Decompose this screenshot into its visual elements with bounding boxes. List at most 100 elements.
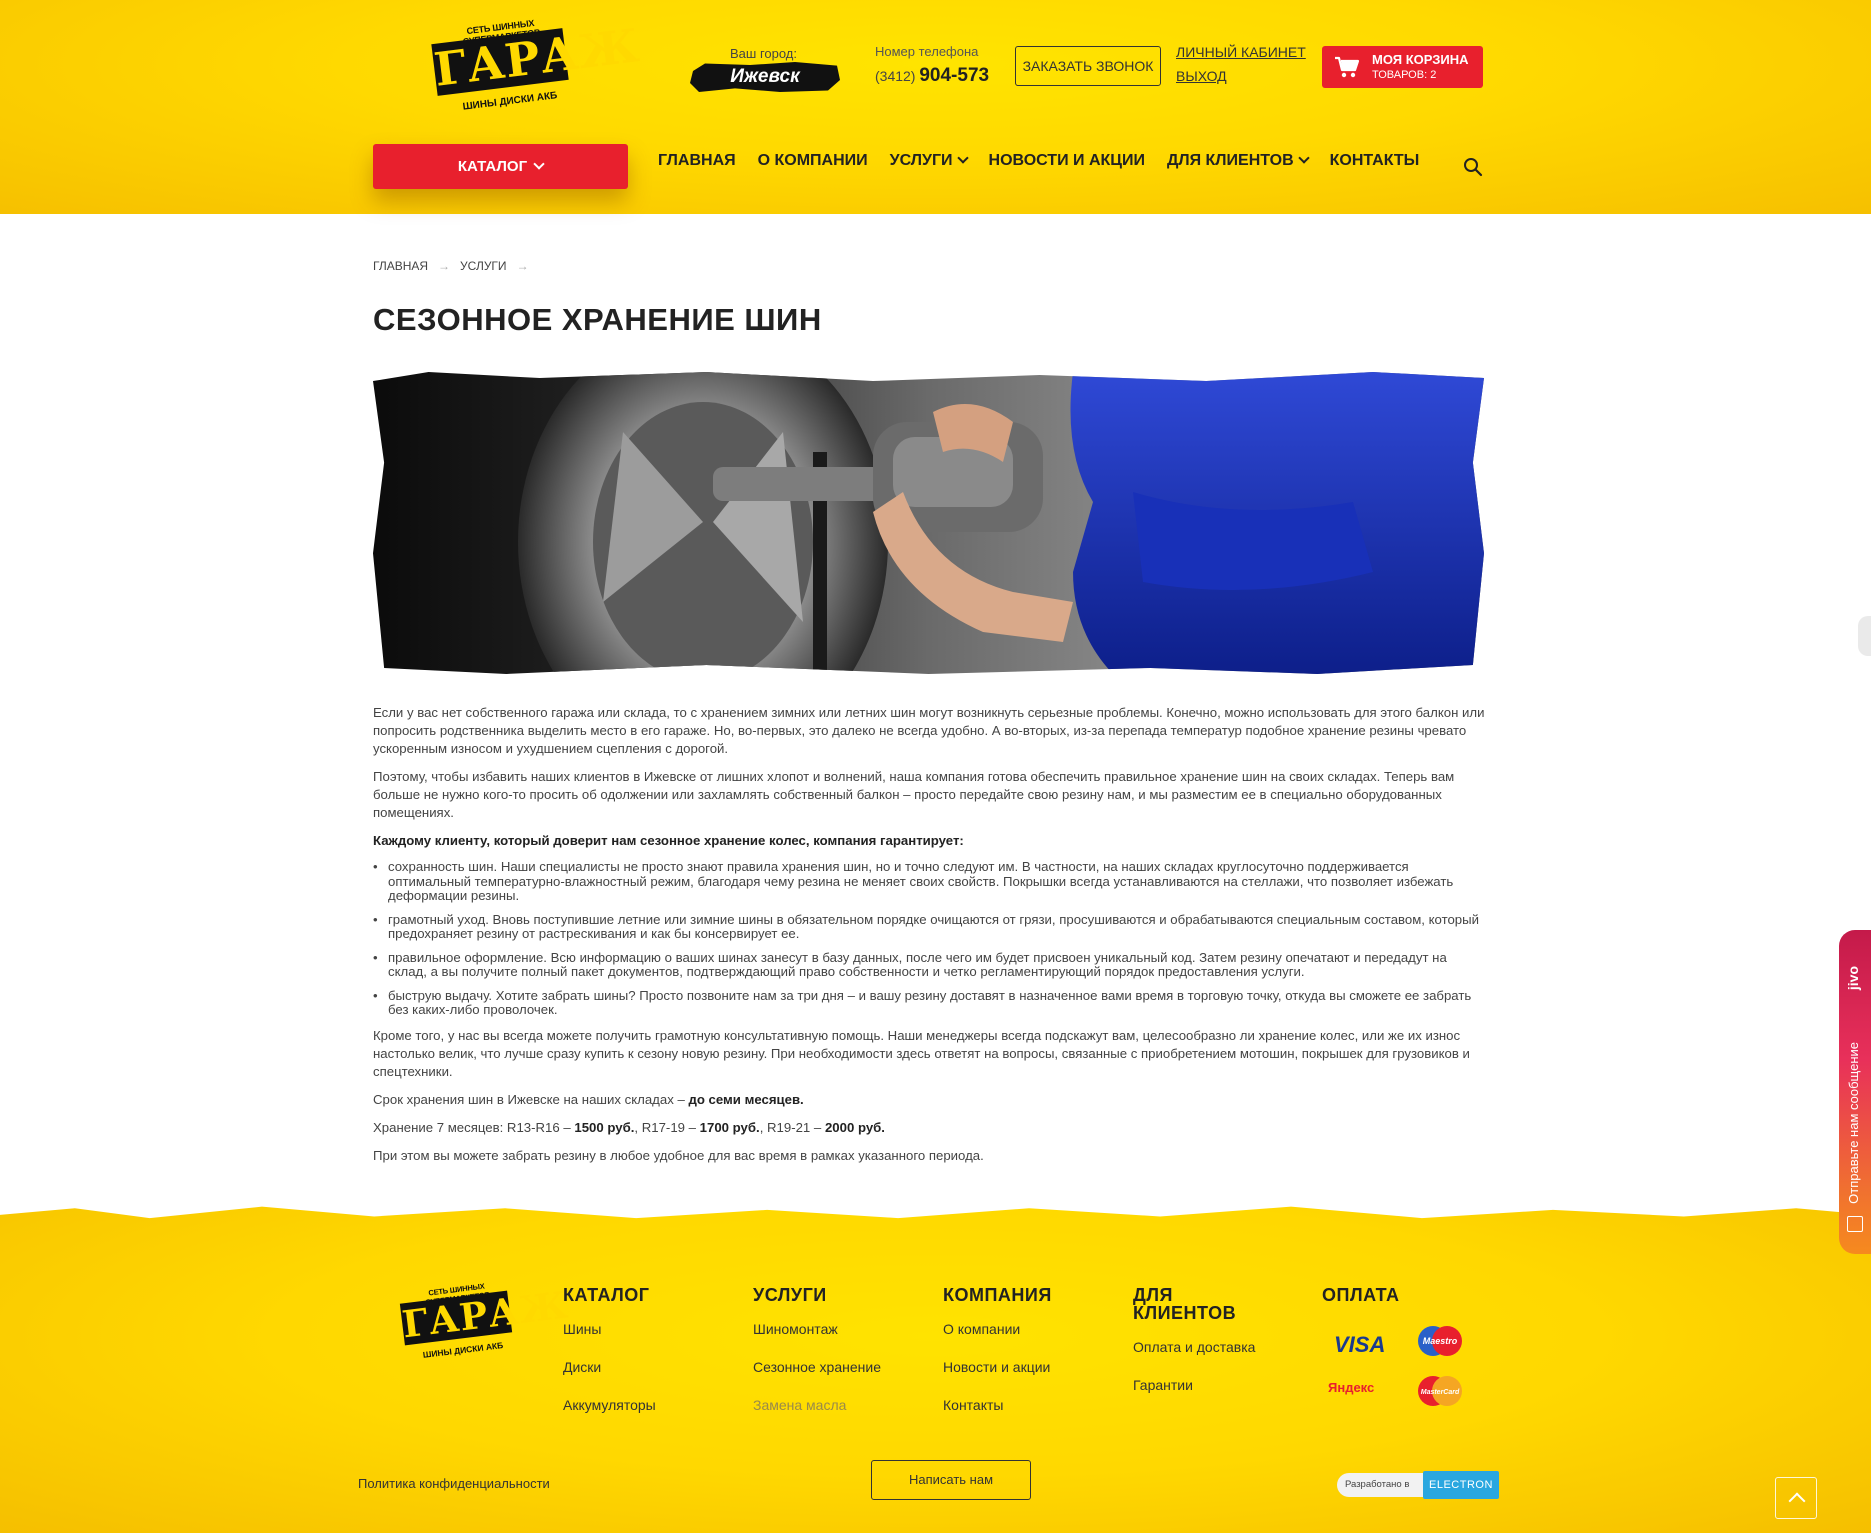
nav-item-services[interactable]: УСЛУГИ xyxy=(889,152,969,170)
breadcrumb-home[interactable]: ГЛАВНАЯ xyxy=(373,259,428,273)
footer-link-tires[interactable]: Шины xyxy=(563,1320,656,1338)
footer-heading: КОМПАНИЯ xyxy=(943,1285,1052,1305)
footer-link-batteries[interactable]: Аккумуляторы xyxy=(563,1396,656,1414)
footer-heading: ОПЛАТА xyxy=(1322,1285,1400,1305)
side-tab-handle[interactable] xyxy=(1858,616,1871,656)
nav-item-contacts[interactable]: КОНТАКТЫ xyxy=(1330,152,1420,170)
guarantee-list: сохранность шин. Наши специалисты не про… xyxy=(373,859,1485,1018)
paragraph: Если у вас нет собственного гаража или с… xyxy=(373,705,1485,756)
hero-illustration xyxy=(373,372,1484,674)
article-body: Если у вас нет собственного гаража или с… xyxy=(373,704,1485,1175)
paragraph: Поэтому, чтобы избавить наших клиентов в… xyxy=(373,769,1455,820)
catalog-label: КАТАЛОГ xyxy=(457,158,528,175)
logout-link[interactable]: ВЫХОД xyxy=(1176,68,1306,84)
footer-col-services: УСЛУГИ Шиномонтаж Сезонное хранение Заме… xyxy=(753,1286,881,1434)
site-logo[interactable]: СЕТЬ ШИННЫХ СУПЕРМАРКЕТОВ ГАРАЖ ШИНЫ ДИС… xyxy=(428,18,643,118)
footer-link-news[interactable]: Новости и акции xyxy=(943,1358,1052,1376)
write-us-button[interactable]: Написать нам xyxy=(871,1460,1031,1500)
footer-heading: УСЛУГИ xyxy=(753,1285,827,1305)
chevron-down-icon xyxy=(1297,152,1310,164)
personal-cabinet-link[interactable]: ЛИЧНЫЙ КАБИНЕТ xyxy=(1176,44,1306,60)
guarantee-heading: Каждому клиенту, который доверит нам сез… xyxy=(373,832,1485,850)
search-icon[interactable] xyxy=(1463,157,1483,177)
payment-methods: ОПЛАТА VISA Maestro Яндекс MasterCard xyxy=(1322,1285,1462,1406)
footer-heading: КАТАЛОГ xyxy=(563,1285,650,1305)
city-selector[interactable]: Ваш город: Ижевск xyxy=(690,44,840,94)
footer-link-payment-delivery[interactable]: Оплата и доставка xyxy=(1133,1338,1255,1356)
nav-label: ГЛАВНАЯ xyxy=(658,152,736,169)
chat-icon xyxy=(1847,1216,1863,1232)
footer-heading: ДЛЯ КЛИЕНТОВ xyxy=(1133,1286,1255,1322)
list-item: правильное оформление. Всю информацию о … xyxy=(373,950,1485,980)
breadcrumb: ГЛАВНАЯ → УСЛУГИ → xyxy=(373,259,539,273)
storage-term: Срок хранения шин в Ижевске на наших скл… xyxy=(373,1091,1485,1109)
footer-heading-line: ДЛЯ xyxy=(1133,1285,1173,1305)
phone-code: (3412) xyxy=(875,68,916,84)
footer-link-wheels[interactable]: Диски xyxy=(563,1358,656,1376)
maestro-logo: Maestro xyxy=(1418,1326,1462,1356)
footer-col-clients: ДЛЯ КЛИЕНТОВ Оплата и доставка Гарантии xyxy=(1133,1286,1255,1414)
jivo-chat-widget[interactable]: jivo Отправьте нам сообщение xyxy=(1839,930,1871,1254)
phone-main-number: 904-573 xyxy=(919,65,990,86)
nav-label: УСЛУГИ xyxy=(889,152,953,169)
cart-title: МОЯ КОРЗИНА xyxy=(1372,52,1469,67)
cart-count: ТОВАРОВ: 2 xyxy=(1372,69,1437,81)
nav-item-clients[interactable]: ДЛЯ КЛИЕНТОВ xyxy=(1167,152,1310,170)
yandex-text: Яндекс xyxy=(1328,1380,1375,1395)
list-item: быструю выдачу. Хотите забрать шины? Про… xyxy=(373,988,1485,1018)
paragraph: При этом вы можете забрать резину в любо… xyxy=(373,1147,984,1163)
site-header: СЕТЬ ШИННЫХ СУПЕРМАРКЕТОВ ГАРАЖ ШИНЫ ДИС… xyxy=(0,0,1871,214)
storage-prices: Хранение 7 месяцев: R13-R16 – 1500 руб.,… xyxy=(373,1119,1485,1137)
main-nav: ГЛАВНАЯ О КОМПАНИИ УСЛУГИ НОВОСТИ И АКЦИ… xyxy=(658,152,1441,170)
nav-item-about[interactable]: О КОМПАНИИ xyxy=(758,152,868,170)
footer-link-about[interactable]: О компании xyxy=(943,1320,1052,1338)
jivo-brand: jivo xyxy=(1845,966,1861,991)
mastercard-text: MasterCard xyxy=(1421,1389,1460,1396)
footer-link-warranty[interactable]: Гарантии xyxy=(1133,1376,1255,1394)
phone-label: Номер телефона xyxy=(875,44,979,59)
chevron-down-icon xyxy=(956,152,969,164)
payment-logos: VISA Maestro Яндекс MasterCard xyxy=(1328,1324,1478,1414)
footer-link-contacts[interactable]: Контакты xyxy=(943,1396,1052,1414)
breadcrumb-services[interactable]: УСЛУГИ xyxy=(460,259,507,273)
nav-label: КОНТАКТЫ xyxy=(1329,152,1420,169)
callback-button[interactable]: ЗАКАЗАТЬ ЗВОНОК xyxy=(1015,46,1161,86)
page-title: СЕЗОННОЕ ХРАНЕНИЕ ШИН xyxy=(373,302,822,337)
developer-badge[interactable]: Разработано в ELECTRON xyxy=(1337,1465,1499,1503)
term-bold: до семи месяцев. xyxy=(688,1091,804,1107)
visa-logo: VISA xyxy=(1334,1332,1386,1357)
catalog-button[interactable]: КАТАЛОГ xyxy=(373,144,628,189)
price-r19-21: 2000 руб. xyxy=(824,1119,885,1135)
city-name[interactable]: Ижевск xyxy=(690,62,840,92)
footer-link-seasonal-storage[interactable]: Сезонное хранение xyxy=(753,1358,881,1376)
breadcrumb-arrow-icon: → xyxy=(438,259,451,273)
phone-number[interactable]: (3412) 904-573 xyxy=(875,65,989,87)
maestro-text: Maestro xyxy=(1423,1336,1458,1346)
price-r13-r16: 1500 руб. xyxy=(574,1119,635,1135)
privacy-policy-link[interactable]: Политика конфиденциальности xyxy=(358,1476,550,1491)
list-item: грамотный уход. Вновь поступившие летние… xyxy=(373,912,1485,942)
list-item: сохранность шин. Наши специалисты не про… xyxy=(373,859,1485,904)
jivo-message-label: Отправьте нам сообщение xyxy=(1846,1042,1861,1204)
nav-item-news[interactable]: НОВОСТИ И АКЦИИ xyxy=(989,152,1145,170)
cart-icon xyxy=(1335,56,1360,78)
yandex-money-logo: Яндекс xyxy=(1328,1380,1374,1395)
site-footer: СЕТЬ ШИННЫХ СУПЕРМАРКЕТОВ ГАРАЖ ШИНЫ ДИС… xyxy=(0,1206,1871,1533)
account-links: ЛИЧНЫЙ КАБИНЕТ ВЫХОД xyxy=(1176,44,1306,92)
cart-button[interactable]: МОЯ КОРЗИНА ТОВАРОВ: 2 xyxy=(1322,46,1483,88)
hero-image xyxy=(373,372,1484,674)
footer-link-tire-fitting[interactable]: Шиномонтаж xyxy=(753,1320,881,1338)
footer-link-oil-change[interactable]: Замена масла xyxy=(753,1396,881,1414)
developer-text: Разработано в xyxy=(1337,1473,1429,1497)
footer-col-catalog: КАТАЛОГ Шины Диски Аккумуляторы xyxy=(563,1286,656,1434)
price-r17-19: 1700 руб. xyxy=(699,1119,760,1135)
developer-logo: ELECTRON xyxy=(1423,1471,1499,1499)
mastercard-logo: MasterCard xyxy=(1418,1376,1462,1406)
price-prefix: Хранение 7 месяцев: R13-R16 – xyxy=(373,1119,575,1135)
scroll-to-top-button[interactable] xyxy=(1775,1477,1817,1519)
breadcrumb-arrow-icon: → xyxy=(516,259,529,273)
nav-item-home[interactable]: ГЛАВНАЯ xyxy=(658,152,736,170)
footer-logo[interactable]: СЕТЬ ШИННЫХ СУПЕРМАРКЕТОВ ГАРАЖ ШИНЫ ДИС… xyxy=(398,1282,571,1365)
chevron-down-icon xyxy=(533,158,545,170)
guarantee-heading-text: Каждому клиенту, который доверит нам сез… xyxy=(373,833,964,848)
